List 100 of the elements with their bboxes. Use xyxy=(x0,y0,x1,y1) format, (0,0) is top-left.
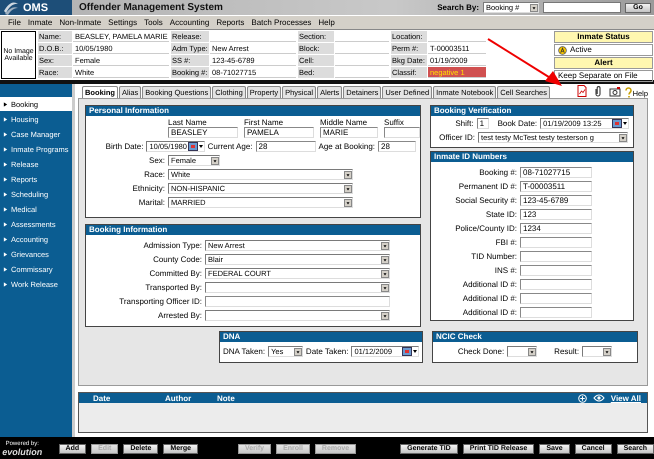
triangle-icon xyxy=(3,252,8,256)
triangle-icon xyxy=(3,162,8,166)
field-label: Date Taken: xyxy=(306,347,348,356)
menu-item[interactable]: Inmate xyxy=(28,18,52,27)
status-value: Active xyxy=(570,45,592,55)
field-label: Booking #: xyxy=(478,168,517,177)
search-field[interactable] xyxy=(543,2,621,13)
menu-item[interactable]: Help xyxy=(318,18,335,27)
globe-icon xyxy=(3,0,19,14)
triangle-icon xyxy=(3,282,8,286)
field-label: Sex: xyxy=(148,156,165,165)
input-field[interactable]: PAMELA xyxy=(244,127,314,138)
dropdown-arrow-icon xyxy=(211,156,219,164)
input-field[interactable]: T-00003511 xyxy=(520,181,592,192)
input-field[interactable]: 28 xyxy=(378,141,416,152)
input-field[interactable] xyxy=(205,296,390,307)
calendar-icon xyxy=(612,119,628,128)
field-label: Police/County ID: xyxy=(454,224,517,233)
status-heading: Inmate Status xyxy=(554,31,653,43)
column-header: Author xyxy=(165,394,192,402)
field-label: Last Name xyxy=(168,118,208,127)
dropdown[interactable] xyxy=(205,282,390,293)
input-field[interactable] xyxy=(520,293,592,304)
field-label: Officer ID: xyxy=(438,133,475,142)
triangle-icon xyxy=(3,266,8,272)
dropdown[interactable] xyxy=(507,346,538,357)
panel-title: DNA xyxy=(220,332,422,342)
menu-item[interactable]: Reports xyxy=(216,18,244,27)
dropdown-arrow-icon xyxy=(381,284,389,292)
field-label: Suffix xyxy=(384,118,405,127)
input-field[interactable]: 08-71027715 xyxy=(520,167,592,178)
menu-item[interactable]: Settings xyxy=(108,18,138,27)
input-field[interactable] xyxy=(384,127,420,138)
menu-item[interactable]: Accounting xyxy=(170,18,210,27)
dropdown-arrow-icon xyxy=(294,348,302,356)
dropdown-arrow-icon xyxy=(619,134,627,142)
input-field[interactable] xyxy=(520,279,592,290)
field-label: Additional ID #: xyxy=(462,308,517,317)
field-label: Marital: xyxy=(138,198,165,207)
dropdown-arrow-icon xyxy=(530,4,538,12)
camera-icon[interactable] xyxy=(608,86,621,97)
triangle-icon xyxy=(3,146,8,152)
menu-item[interactable]: Batch Processes xyxy=(251,18,312,27)
dropdown-arrow-icon xyxy=(381,242,389,250)
menu-item[interactable]: Non-Inmate xyxy=(59,18,102,27)
panel-title: Booking Verification xyxy=(431,106,633,116)
field-label: Result: xyxy=(554,347,580,356)
triangle-icon xyxy=(3,116,8,122)
input-field[interactable] xyxy=(520,237,592,248)
field-label: Middle Name xyxy=(320,118,368,127)
field-label: FBI #: xyxy=(494,238,517,247)
input-field[interactable]: 123 xyxy=(520,209,592,220)
field-label: Arrested By: xyxy=(156,311,202,320)
calendar-icon xyxy=(402,347,418,356)
field-label: County Code: xyxy=(152,255,202,264)
triangle-icon xyxy=(3,102,8,106)
input-field[interactable] xyxy=(520,251,592,262)
field-label: Shift: xyxy=(454,119,474,128)
input-field[interactable]: 1 xyxy=(476,118,489,129)
triangle-icon xyxy=(3,176,8,182)
input-field[interactable] xyxy=(520,265,592,276)
field-label: Permanent ID #: xyxy=(458,182,517,191)
search-label: Search By: xyxy=(437,3,479,12)
dropdown-arrow-icon xyxy=(344,184,352,192)
field-label: State ID: xyxy=(484,210,517,219)
panel-title: NCIC Check xyxy=(433,332,637,342)
triangle-icon xyxy=(3,236,8,242)
field-label: Check Done: xyxy=(458,347,504,356)
status-icon xyxy=(558,46,567,54)
field-label: INS #: xyxy=(494,266,517,275)
menu-item[interactable]: File xyxy=(8,18,21,27)
input-field[interactable]: 28 xyxy=(256,141,316,152)
column-header: Note xyxy=(217,394,235,402)
alert-text: Keep Separate on File xyxy=(558,71,638,81)
menu-item[interactable]: Tools xyxy=(144,18,163,27)
report-document-icon[interactable] xyxy=(576,85,587,97)
column-header: Date xyxy=(92,394,112,402)
input-field[interactable]: BEASLEY xyxy=(168,127,238,138)
add-icon[interactable] xyxy=(578,394,587,402)
alert-heading: Alert xyxy=(554,57,653,69)
dropdown-arrow-icon xyxy=(381,256,389,264)
paperclip-icon[interactable] xyxy=(594,85,602,97)
field-label: Social Security #: xyxy=(454,196,517,205)
triangle-icon xyxy=(3,222,8,226)
field-label: Ethnicity: xyxy=(132,184,165,193)
field-label: Admission Type: xyxy=(142,241,202,250)
input-field[interactable]: 1234 xyxy=(520,223,592,234)
view-all-link[interactable]: View All xyxy=(610,394,641,402)
field-label: Birth Date: xyxy=(104,142,144,151)
field-label: Age at Booking: xyxy=(318,142,375,151)
field-label: Current Age: xyxy=(208,142,253,151)
input-field[interactable]: MARIE xyxy=(320,127,378,138)
panel-title: Personal Information xyxy=(86,106,420,116)
eye-icon[interactable] xyxy=(592,394,605,402)
dropdown-arrow-icon xyxy=(381,312,389,320)
input-field[interactable] xyxy=(520,307,592,318)
dropdown[interactable] xyxy=(205,310,390,321)
dropdown-arrow-icon xyxy=(603,348,612,356)
input-field[interactable]: 123-45-6789 xyxy=(520,195,592,206)
dropdown[interactable] xyxy=(582,346,612,357)
